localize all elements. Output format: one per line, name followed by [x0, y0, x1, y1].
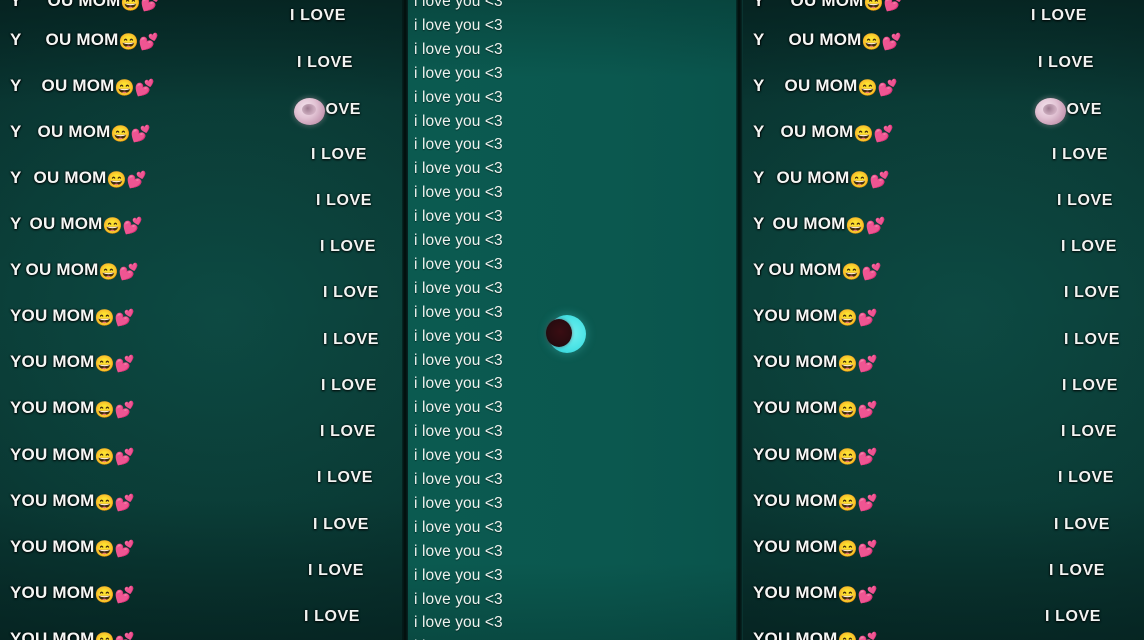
i-love-row: I LOVE — [1064, 331, 1121, 348]
i-love-row: I LOVE — [1064, 284, 1121, 301]
i-love-you-row: i love you <3 — [414, 112, 503, 130]
middle-panel: i love you <3 i love you <3 i love you <3 i… — [408, 0, 738, 640]
pink-blob-icon — [294, 98, 325, 125]
left-panel: Y OU MOM😄💕 Y OU MOM😄💕 Y OU MOM😄💕 Y OU MOM😄💕 Y OU … — [0, 0, 403, 640]
i-love-you-row: i love you <3 — [414, 471, 503, 488]
i-love-you-row: i love you <3 — [414, 88, 503, 106]
i-love-row: I LOVE — [320, 423, 377, 440]
i-love-row: I LOVE — [313, 516, 370, 533]
i-love-row: I LOVE — [304, 608, 361, 625]
cyan-crescent-icon — [546, 315, 586, 353]
i-love-row: I LOVE — [317, 469, 374, 486]
i-love-row: I LOVE — [323, 284, 380, 301]
right-panel-love-rows: I LOVE I LOVE I LOVE I LOVE I LOVE I LOVE I LO… — [743, 0, 1144, 640]
i-love-row: I LOVE — [308, 562, 365, 579]
i-love-you-row: i love you <3 — [414, 375, 503, 393]
i-love-you-row: i love you <3 — [414, 447, 503, 465]
i-love-row: I LOVE — [290, 7, 347, 24]
i-love-you-row: i love you <3 — [414, 351, 503, 369]
i-love-row: I LOVE — [1061, 423, 1118, 440]
i-love-you-row: i love you <3 — [414, 423, 503, 441]
i-love-row: I LOVE — [1038, 54, 1095, 71]
i-love-row: I LOVE — [1058, 469, 1115, 486]
i-love-row: I LOVE — [1057, 192, 1114, 209]
i-love-you-row: i love you <3 — [414, 184, 503, 202]
i-love-row: I LOVE — [1054, 516, 1111, 533]
right-panel: Y OU MOM😄💕 Y OU MOM😄💕 Y OU MOM😄💕 Y OU MOM😄💕 Y OU … — [743, 0, 1144, 640]
i-love-row: I LOVE — [311, 146, 368, 163]
i-love-you-row: i love you <3 — [414, 494, 503, 512]
i-love-row: I LOVE — [297, 54, 354, 71]
i-love-you-row: i love you <3 — [414, 136, 503, 154]
i-love-you-row: i love you <3 — [414, 16, 503, 34]
i-love-row: I LOVE — [1045, 608, 1102, 625]
i-love-you-row: i love you <3 — [414, 64, 503, 82]
i-love-row: I LOVE — [1062, 377, 1119, 394]
i-love-row: I LOVE — [320, 238, 377, 255]
i-love-you-row: i love you <3 — [414, 303, 503, 321]
i-love-row: I LOVE — [1049, 562, 1106, 579]
i-love-you-row: i love you <3 — [414, 566, 503, 584]
panel-divider-left — [402, 0, 408, 640]
i-love-you-row: i love you <3 — [414, 590, 503, 608]
screen-canvas: Y OU MOM😄💕 Y OU MOM😄💕 Y OU MOM😄💕 Y OU MOM😄💕 Y OU … — [0, 0, 1144, 640]
panel-divider-right — [736, 0, 742, 640]
i-love-you-row: i love you <3 — [414, 208, 503, 226]
i-love-you-row: i love you <3 — [414, 327, 503, 345]
i-love-you-row: i love you <3 — [414, 232, 503, 249]
i-love-you-row: i love you <3 — [414, 160, 503, 178]
i-love-you-row: i love you <3 — [414, 399, 503, 417]
i-love-row: I LOVE — [1031, 7, 1088, 24]
i-love-you-row: i love you <3 — [414, 614, 503, 632]
i-love-row: I LOVE — [321, 377, 378, 394]
i-love-you-row: i love you <3 — [414, 279, 503, 297]
i-love-row: I LOVE — [316, 192, 373, 209]
i-love-you-row: i love you <3 — [414, 40, 503, 58]
i-love-row: I LOVE — [1052, 146, 1109, 163]
left-panel-love-rows: I LOVE I LOVE I LOVE I LOVE I LOVE I LOVE I LO… — [0, 0, 403, 640]
i-love-row: I LOVE — [1061, 238, 1118, 255]
i-love-row: I LOVE — [323, 331, 380, 348]
i-love-you-row: i love you <3 — [414, 518, 503, 536]
pink-blob-icon — [1035, 98, 1066, 125]
i-love-you-row: i love you <3 — [414, 542, 503, 560]
i-love-you-row: i love you <3 — [414, 255, 503, 273]
i-love-you-row: i love you <3 — [414, 0, 503, 10]
